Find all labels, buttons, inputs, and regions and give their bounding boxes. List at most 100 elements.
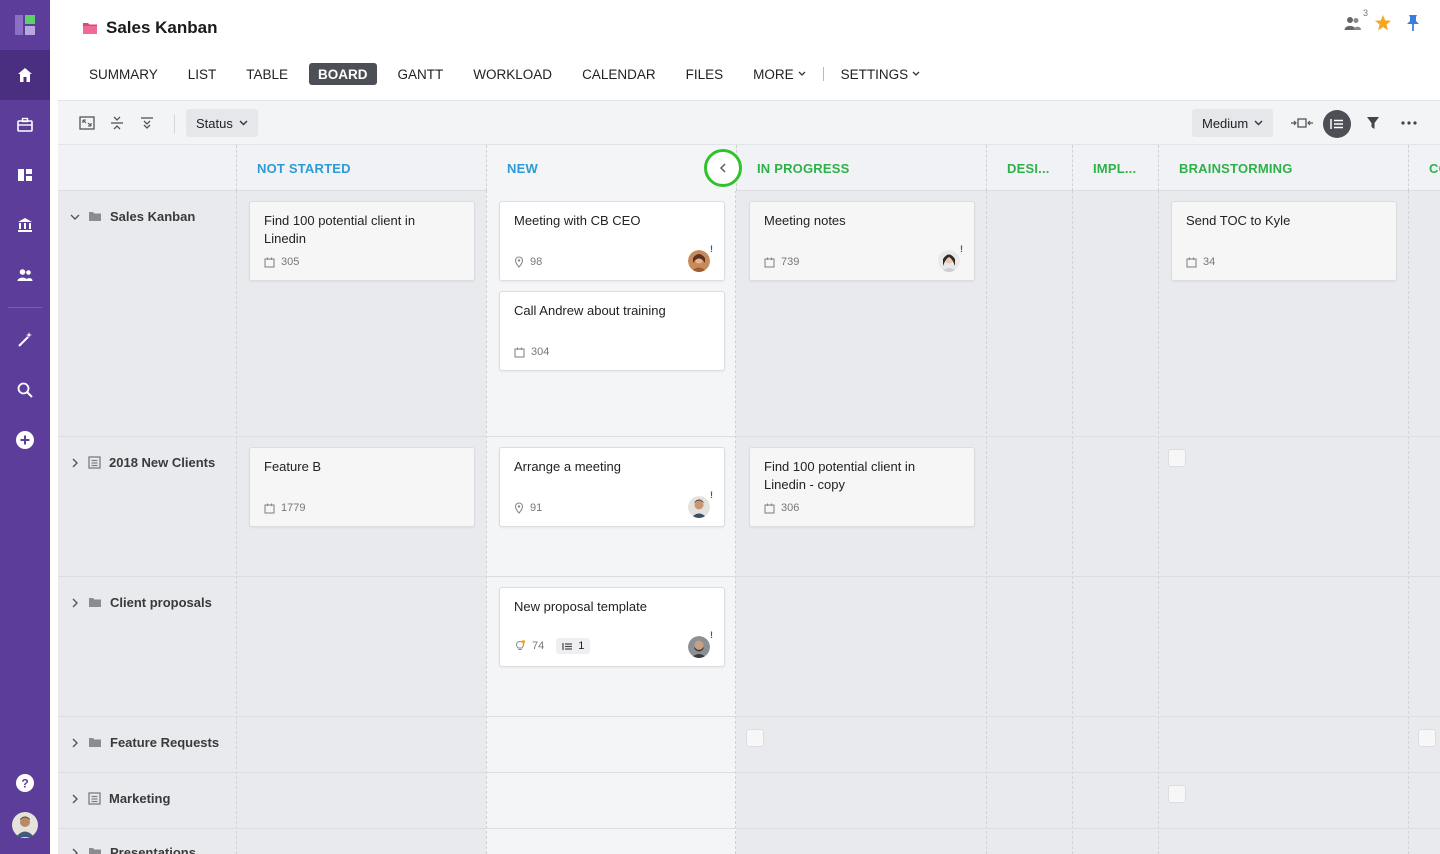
swimlane-2018-new-clients[interactable]: 2018 New Clients xyxy=(70,455,215,470)
chevron-right-icon[interactable] xyxy=(70,738,80,748)
task-card[interactable]: Find 100 potential client in Linedin - c… xyxy=(749,447,975,527)
location-pin-icon xyxy=(514,256,524,268)
swimlane-presentations[interactable]: Presentations xyxy=(70,845,196,854)
app-logo[interactable] xyxy=(0,0,50,50)
task-id: 98 xyxy=(530,256,543,268)
assignee-avatar[interactable] xyxy=(688,250,710,272)
expand-all-button[interactable] xyxy=(138,114,156,132)
row-divider xyxy=(58,716,1440,717)
add-card-placeholder[interactable] xyxy=(1418,729,1436,747)
tab-settings-label: SETTINGS xyxy=(840,66,909,82)
tab-gantt[interactable]: GANTT xyxy=(389,63,453,85)
fullscreen-button[interactable] xyxy=(78,114,96,132)
tab-list[interactable]: LIST xyxy=(179,63,226,85)
task-card[interactable]: Meeting with CB CEO 98 ! xyxy=(499,201,725,281)
swimlane-label: 2018 New Clients xyxy=(109,455,216,470)
chevron-right-icon[interactable] xyxy=(70,848,80,854)
column-header-design[interactable]: DESI... xyxy=(986,145,1072,191)
avatar xyxy=(938,250,960,272)
favorite-button[interactable] xyxy=(1374,14,1392,32)
filter-button[interactable] xyxy=(1364,114,1382,132)
task-title: Feature B xyxy=(264,459,322,474)
subtasks-icon xyxy=(562,642,573,650)
column-header-next[interactable]: CO xyxy=(1408,145,1440,191)
chevron-down-icon xyxy=(1254,120,1263,126)
column-header-new[interactable]: NEW xyxy=(486,145,736,191)
task-title: Find 100 potential client in Linedin - c… xyxy=(764,459,916,492)
tab-settings[interactable]: SETTINGS xyxy=(832,63,930,85)
task-meta: 739 xyxy=(764,256,799,268)
subtask-count-badge[interactable]: 1 xyxy=(556,638,591,654)
task-meta: 74 1 xyxy=(514,638,591,654)
sidebar-item-create[interactable] xyxy=(0,415,50,465)
magic-wand-icon xyxy=(18,332,32,347)
sidebar-item-team[interactable] xyxy=(0,250,50,300)
view-tabs: SUMMARY LIST TABLE BOARD GANTT WORKLOAD … xyxy=(80,63,941,85)
chevron-right-icon[interactable] xyxy=(70,598,80,608)
fullscreen-icon xyxy=(79,116,95,130)
swimlanes-toggle[interactable] xyxy=(1323,110,1351,138)
task-card[interactable]: Arrange a meeting 91 ! xyxy=(499,447,725,527)
tab-workload[interactable]: WORKLOAD xyxy=(464,63,561,85)
task-title: Call Andrew about training xyxy=(514,303,666,318)
add-card-placeholder[interactable] xyxy=(746,729,764,747)
people-icon xyxy=(17,269,33,281)
sidebar-item-projects[interactable] xyxy=(0,100,50,150)
assignee-avatar[interactable] xyxy=(688,636,710,658)
task-card[interactable]: Meeting notes 739 ! xyxy=(749,201,975,281)
task-title: Send TOC to Kyle xyxy=(1186,213,1291,228)
chevron-down-icon[interactable] xyxy=(70,212,80,222)
assignee-avatar[interactable] xyxy=(688,496,710,518)
task-card[interactable]: Call Andrew about training 304 xyxy=(499,291,725,371)
sidebar-item-search[interactable] xyxy=(0,365,50,415)
card-size-dropdown[interactable]: Medium xyxy=(1192,109,1274,137)
tab-calendar[interactable]: CALENDAR xyxy=(573,63,665,85)
tab-files[interactable]: FILES xyxy=(677,63,733,85)
chevron-right-icon[interactable] xyxy=(70,794,80,804)
column-header-not-started[interactable]: NOT STARTED xyxy=(236,145,486,191)
task-card[interactable]: Send TOC to Kyle 34 xyxy=(1171,201,1397,281)
add-card-placeholder[interactable] xyxy=(1168,785,1186,803)
column-header-in-progress[interactable]: IN PROGRESS xyxy=(736,145,986,191)
column-width-button[interactable] xyxy=(1290,114,1314,132)
pin-button[interactable] xyxy=(1404,14,1422,32)
sidebar-item-accounts[interactable] xyxy=(0,200,50,250)
folder-icon xyxy=(83,23,97,34)
swimlane-feature-requests[interactable]: Feature Requests xyxy=(70,735,219,750)
assignee-avatar[interactable] xyxy=(938,250,960,272)
add-card-placeholder[interactable] xyxy=(1168,449,1186,467)
tab-table[interactable]: TABLE xyxy=(237,63,297,85)
sidebar-item-dashboards[interactable] xyxy=(0,150,50,200)
task-card[interactable]: Feature B 1779 xyxy=(249,447,475,527)
collapse-column-button[interactable] xyxy=(704,149,742,187)
chevron-right-icon[interactable] xyxy=(70,458,80,468)
sidebar-item-home[interactable] xyxy=(0,50,50,100)
tab-summary[interactable]: SUMMARY xyxy=(80,63,167,85)
folder-icon xyxy=(89,212,101,221)
task-card[interactable]: Find 100 potential client in Linedin 305 xyxy=(249,201,475,281)
swimlane-sales-kanban[interactable]: Sales Kanban xyxy=(70,209,195,224)
followers-button[interactable]: 3 xyxy=(1344,8,1368,32)
tab-board[interactable]: BOARD xyxy=(309,63,377,85)
sidebar-user-avatar[interactable] xyxy=(0,800,50,850)
swimlane-label: Client proposals xyxy=(110,595,212,610)
avatar xyxy=(688,250,710,272)
column-divider xyxy=(986,191,987,854)
task-title: Meeting notes xyxy=(764,213,846,228)
more-options-button[interactable] xyxy=(1400,114,1418,132)
group-by-dropdown[interactable]: Status xyxy=(186,109,258,137)
collapse-all-button[interactable] xyxy=(108,114,126,132)
swimlane-marketing[interactable]: Marketing xyxy=(70,791,170,806)
sidebar-item-automation[interactable] xyxy=(0,315,50,365)
swimlane-label: Sales Kanban xyxy=(110,209,196,224)
dashboard-icon xyxy=(18,169,32,181)
kanban-board: NOT STARTED NEW IN PROGRESS DESI... IMPL… xyxy=(58,145,1440,854)
swimlane-client-proposals[interactable]: Client proposals xyxy=(70,595,212,610)
avatar xyxy=(12,812,38,838)
chevron-down-icon xyxy=(798,71,806,76)
swimlane-label: Marketing xyxy=(109,791,171,806)
column-header-brainstorming[interactable]: BRAINSTORMING xyxy=(1158,145,1408,191)
tab-more[interactable]: MORE xyxy=(744,63,815,85)
task-card[interactable]: New proposal template 74 1 ! xyxy=(499,587,725,667)
column-header-implementation[interactable]: IMPL... xyxy=(1072,145,1158,191)
